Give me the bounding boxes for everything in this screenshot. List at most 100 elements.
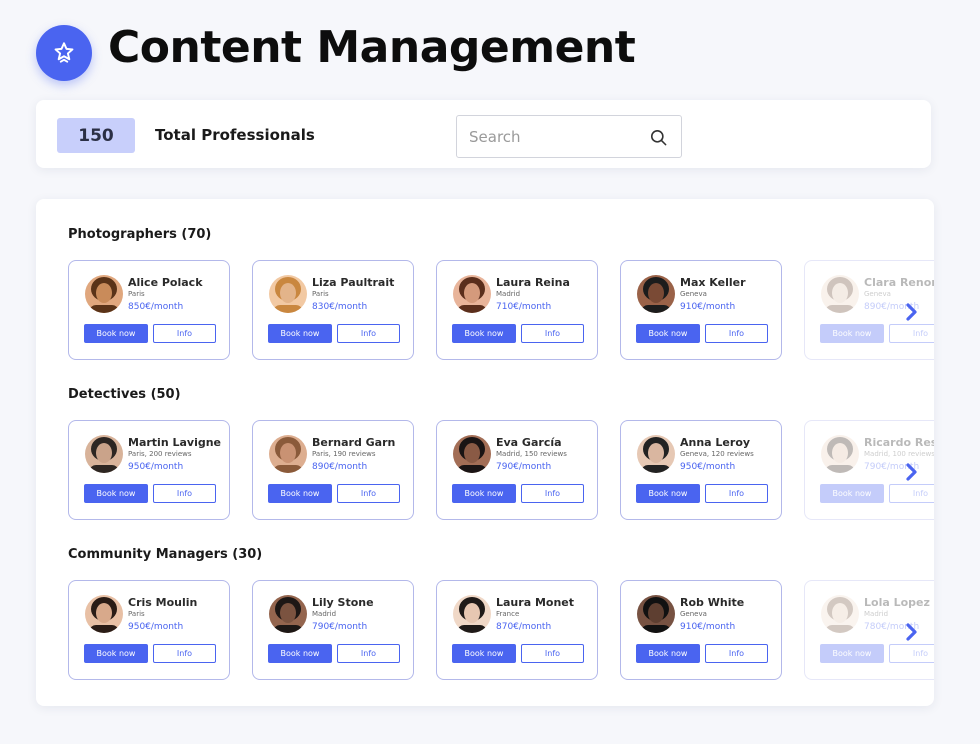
- total-count-badge: 150: [57, 118, 135, 153]
- avatar: [453, 435, 491, 473]
- book-now-button[interactable]: Book now: [820, 484, 884, 503]
- info-button[interactable]: Info: [337, 324, 400, 343]
- info-button[interactable]: Info: [705, 644, 768, 663]
- professionals-panel: Photographers (70) Alice Polack Paris 850€/…: [36, 199, 934, 706]
- avatar: [269, 595, 307, 633]
- professional-location: Paris: [128, 290, 145, 298]
- book-now-button[interactable]: Book now: [84, 324, 148, 343]
- page-title: Content Management: [108, 22, 636, 73]
- professional-name: Bernard Garn: [312, 436, 396, 449]
- professional-card[interactable]: Liza Paultrait Paris 830€/month Book now Inf…: [252, 260, 414, 360]
- card-row: Martin Lavigne Paris, 200 reviews 950€/mon…: [68, 420, 934, 520]
- professional-price: 910€/month: [680, 622, 736, 632]
- professional-card[interactable]: Anna Leroy Geneva, 120 reviews 950€/month B…: [620, 420, 782, 520]
- book-now-button[interactable]: Book now: [636, 484, 700, 503]
- book-now-button[interactable]: Book now: [820, 324, 884, 343]
- info-button[interactable]: Info: [153, 484, 216, 503]
- info-button[interactable]: Info: [153, 644, 216, 663]
- total-professionals-label: Total Professionals: [155, 126, 315, 144]
- book-now-button[interactable]: Book now: [820, 644, 884, 663]
- info-button[interactable]: Info: [337, 484, 400, 503]
- professional-price: 790€/month: [496, 462, 552, 472]
- professional-card[interactable]: Max Keller Geneva 910€/month Book now Info: [620, 260, 782, 360]
- book-now-button[interactable]: Book now: [84, 644, 148, 663]
- info-button[interactable]: Info: [521, 324, 584, 343]
- professional-price: 950€/month: [128, 622, 184, 632]
- avatar: [637, 275, 675, 313]
- search-input[interactable]: [469, 127, 639, 147]
- star-badge-icon: [54, 42, 74, 63]
- professional-name: Laura Monet: [496, 596, 574, 609]
- chevron-right-icon: [906, 463, 917, 481]
- next-arrow-button[interactable]: [902, 460, 922, 484]
- professional-name: Cris Moulin: [128, 596, 198, 609]
- professional-price: 910€/month: [680, 302, 736, 312]
- professional-location: Madrid: [312, 610, 337, 618]
- book-now-button[interactable]: Book now: [268, 324, 332, 343]
- info-button[interactable]: Info: [705, 324, 768, 343]
- search-icon[interactable]: [649, 128, 668, 147]
- book-now-button[interactable]: Book now: [636, 324, 700, 343]
- professional-location: Geneva: [864, 290, 891, 298]
- chevron-right-icon: [906, 623, 917, 641]
- logo-badge: [36, 25, 92, 81]
- avatar: [637, 595, 675, 633]
- section-title: Community Managers (30): [68, 547, 263, 562]
- professional-name: Eva García: [496, 436, 562, 449]
- professional-price: 710€/month: [496, 302, 552, 312]
- professional-location: Paris, 190 reviews: [312, 450, 376, 458]
- professional-price: 950€/month: [128, 462, 184, 472]
- info-button[interactable]: Info: [889, 644, 934, 663]
- professional-card[interactable]: Eva García Madrid, 150 reviews 790€/month B…: [436, 420, 598, 520]
- professional-name: Clara Renor: [864, 276, 934, 289]
- book-now-button[interactable]: Book now: [268, 644, 332, 663]
- chevron-right-icon: [906, 303, 917, 321]
- next-arrow-button[interactable]: [902, 300, 922, 324]
- next-arrow-button[interactable]: [902, 620, 922, 644]
- book-now-button[interactable]: Book now: [636, 644, 700, 663]
- professional-location: Madrid: [496, 290, 521, 298]
- book-now-button[interactable]: Book now: [452, 644, 516, 663]
- professional-card[interactable]: Bernard Garn Paris, 190 reviews 890€/month…: [252, 420, 414, 520]
- info-button[interactable]: Info: [889, 484, 934, 503]
- professional-name: Max Keller: [680, 276, 746, 289]
- info-button[interactable]: Info: [521, 644, 584, 663]
- professional-card[interactable]: Lily Stone Madrid 790€/month Book now Info: [252, 580, 414, 680]
- info-button[interactable]: Info: [521, 484, 584, 503]
- professional-card[interactable]: Laura Monet France 870€/month Book now Info: [436, 580, 598, 680]
- professional-price: 870€/month: [496, 622, 552, 632]
- professional-location: Madrid, 150 reviews: [496, 450, 567, 458]
- book-now-button[interactable]: Book now: [84, 484, 148, 503]
- professional-name: Lily Stone: [312, 596, 374, 609]
- search-box[interactable]: [456, 115, 682, 158]
- professional-price: 790€/month: [312, 622, 368, 632]
- professional-price: 950€/month: [680, 462, 736, 472]
- professional-location: Paris, 200 reviews: [128, 450, 192, 458]
- card-row: Cris Moulin Paris 950€/month Book now Info Li…: [68, 580, 934, 680]
- professional-name: Alice Polack: [128, 276, 203, 289]
- professional-price: 830€/month: [312, 302, 368, 312]
- avatar: [85, 595, 123, 633]
- professional-location: France: [496, 610, 520, 618]
- professional-location: Paris: [128, 610, 145, 618]
- professional-card[interactable]: Rob White Geneva 910€/month Book now Info: [620, 580, 782, 680]
- book-now-button[interactable]: Book now: [452, 324, 516, 343]
- avatar: [821, 595, 859, 633]
- book-now-button[interactable]: Book now: [452, 484, 516, 503]
- professional-name: Anna Leroy: [680, 436, 751, 449]
- avatar: [85, 275, 123, 313]
- professional-card[interactable]: Alice Polack Paris 850€/month Book now Info: [68, 260, 230, 360]
- professional-card[interactable]: Laura Reina Madrid 710€/month Book now Info: [436, 260, 598, 360]
- book-now-button[interactable]: Book now: [268, 484, 332, 503]
- info-button[interactable]: Info: [889, 324, 934, 343]
- info-button[interactable]: Info: [705, 484, 768, 503]
- avatar: [821, 435, 859, 473]
- professional-card[interactable]: Cris Moulin Paris 950€/month Book now Info: [68, 580, 230, 680]
- professional-location: Madrid, 100 reviews: [864, 450, 934, 458]
- summary-bar: 150 Total Professionals: [36, 100, 931, 168]
- professional-location: Madrid: [864, 610, 889, 618]
- professional-card[interactable]: Martin Lavigne Paris, 200 reviews 950€/mon…: [68, 420, 230, 520]
- info-button[interactable]: Info: [153, 324, 216, 343]
- professional-name: Rob White: [680, 596, 745, 609]
- info-button[interactable]: Info: [337, 644, 400, 663]
